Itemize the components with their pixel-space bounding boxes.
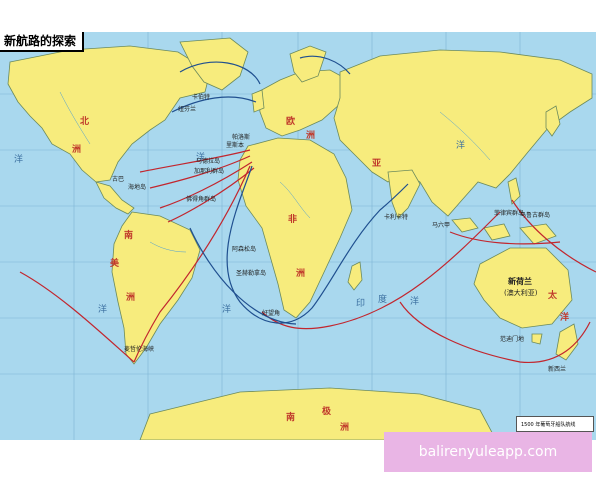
continent-char: 太	[548, 291, 558, 301]
ocean-char: 印	[356, 299, 366, 309]
australia-label: 新荷兰	[508, 277, 532, 286]
north-america	[7, 45, 211, 183]
continent-char: 洲	[296, 269, 306, 279]
place-label: 古巴	[112, 176, 125, 183]
continent-char: 非	[288, 215, 298, 225]
place-label: 马德拉岛	[196, 158, 221, 165]
continent-char: 极	[322, 407, 332, 417]
philippines-land	[507, 177, 521, 205]
place-label: 阿森松岛	[232, 246, 257, 253]
ocean-char: 洋	[98, 305, 108, 315]
continent-char: 洲	[340, 423, 350, 433]
place-label: 马六甲	[432, 222, 451, 229]
madagascar	[347, 261, 363, 291]
place-label: 里斯本	[226, 142, 245, 149]
continent-char: 欧	[286, 117, 296, 127]
indonesia-1	[451, 217, 479, 233]
place-label: 范迪门地	[500, 336, 525, 343]
place-label: 卡利卡特	[384, 214, 409, 221]
continent-char: 洲	[72, 145, 82, 155]
continent-char: 南	[124, 231, 134, 241]
ocean-char: 洋	[456, 141, 466, 151]
continent-char: 北	[80, 117, 90, 127]
legend-text: 1500 年葡萄牙船队航线	[521, 422, 576, 428]
place-label: 加那利群岛	[194, 168, 225, 175]
continent-char: 美	[110, 259, 120, 269]
place-label: 海地岛	[128, 184, 147, 191]
continent-char: 洲	[306, 131, 316, 141]
watermark-banner: balirenyuleapp.com	[384, 432, 592, 472]
continent-char: 洲	[126, 293, 136, 303]
place-label: 圣赫勒拿岛	[236, 270, 267, 277]
indonesia-2	[483, 223, 511, 241]
continent-char: 亚	[372, 159, 382, 169]
map-legend: 1500 年葡萄牙船队航线	[516, 416, 594, 432]
continent-char: 洋	[560, 313, 570, 323]
watermark-text: balirenyuleapp.com	[418, 444, 558, 460]
place-label: 马鲁古群岛	[520, 212, 551, 219]
map-canvas	[0, 32, 596, 440]
place-label: 好望角	[262, 310, 281, 317]
indonesia-3	[519, 223, 557, 245]
new-zealand-land	[555, 323, 579, 361]
africa	[237, 137, 353, 319]
world-map: 北 洲 南 美 洲 欧 洲 亚 非 洲 南 极 洲 洋 洋 洋 洋 洋 印 度 …	[0, 32, 596, 440]
place-label: 纽芬兰	[178, 106, 197, 113]
ocean-char: 洋	[14, 155, 24, 165]
place-label: 新西兰	[548, 366, 567, 373]
ocean-char: 洋	[222, 305, 232, 315]
india	[387, 169, 421, 219]
ocean-char: 度	[378, 295, 388, 305]
continent-char: 南	[286, 413, 296, 423]
tasmania-land	[531, 333, 543, 345]
place-label: 卡伯特	[192, 94, 211, 101]
australia-sub-label: (澳大利亚)	[504, 289, 538, 297]
map-title: 新航路的探索	[0, 32, 85, 52]
landmasses	[7, 37, 593, 440]
ocean-char: 洋	[410, 297, 420, 307]
place-label: 佛得角群岛	[186, 196, 217, 203]
place-label: 麦哲伦海峡	[124, 346, 155, 353]
